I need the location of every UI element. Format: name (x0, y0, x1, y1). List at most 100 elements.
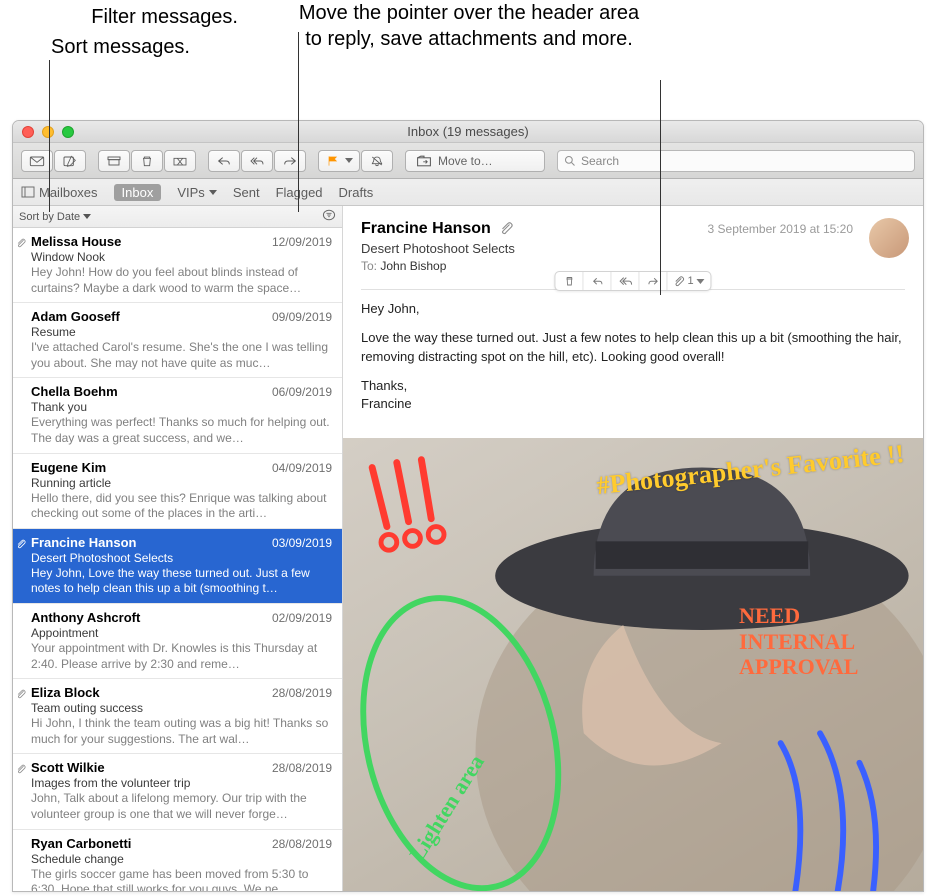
reply-all-button[interactable] (241, 150, 273, 172)
msg-preview: Hey John! How do you feel about blinds i… (31, 265, 332, 296)
body-signoff: Thanks, (361, 377, 905, 396)
chevron-down-icon (697, 279, 705, 284)
body-greeting: Hey John, (361, 300, 905, 319)
attachment-image[interactable]: #Photographer's Favorite !! NEED INTERNA… (343, 438, 923, 891)
forward-button[interactable] (274, 150, 306, 172)
sort-button[interactable]: Sort by Date (19, 211, 91, 223)
msg-sender: Francine Hanson (31, 535, 136, 550)
fav-sent[interactable]: Sent (233, 185, 260, 200)
message-item[interactable]: Adam Gooseff 09/09/2019ResumeI've attache… (13, 303, 342, 378)
header-date: 3 September 2019 at 15:20 (708, 222, 853, 236)
msg-date: 04/09/2019 (272, 461, 332, 475)
mail-window: Inbox (19 messages) (12, 120, 924, 892)
message-item[interactable]: Melissa House 12/09/2019Window NookHey Jo… (13, 228, 342, 303)
search-input[interactable]: Search (557, 150, 915, 172)
callout-hover: Move the pointer over the header area to… (294, 0, 644, 52)
message-item[interactable]: Chella Boehm06/09/2019Thank youEverythin… (13, 378, 342, 453)
msg-date: 28/08/2019 (272, 837, 332, 851)
vips-label: VIPs (177, 185, 204, 200)
message-item[interactable]: Scott Wilkie28/08/2019Images from the vo… (13, 754, 342, 829)
attachment-icon (499, 221, 513, 238)
junk-button[interactable] (164, 150, 196, 172)
msg-date: 09/09/2019 (272, 310, 332, 324)
fav-inbox[interactable]: Inbox (114, 184, 162, 201)
fav-flagged[interactable]: Flagged (276, 185, 323, 200)
reply-button[interactable] (208, 150, 240, 172)
hdr-reply-all-button[interactable] (611, 272, 639, 290)
sender-avatar[interactable] (869, 218, 909, 258)
msg-preview: Hello there, did you see this? Enrique w… (31, 491, 332, 522)
body-signature: Francine (361, 395, 905, 414)
archive-button[interactable] (98, 150, 130, 172)
reading-pane: Francine Hanson Desert Photoshoot Select… (343, 206, 923, 891)
msg-subject: Running article (31, 476, 332, 490)
favorites-bar: Mailboxes Inbox VIPs Sent Flagged Drafts (13, 179, 923, 206)
attachment-icon (16, 237, 26, 251)
hdr-forward-button[interactable] (639, 272, 667, 290)
msg-subject: Desert Photoshoot Selects (31, 551, 332, 565)
hdr-reply-button[interactable] (583, 272, 611, 290)
msg-subject: Window Nook (31, 250, 332, 264)
msg-date: 06/09/2019 (272, 385, 332, 399)
msg-preview: Your appointment with Dr. Knowles is thi… (31, 641, 332, 672)
msg-preview: I've attached Carol's resume. She's the … (31, 340, 332, 371)
message-body: Hey John, Love the way these turned out.… (343, 290, 923, 438)
callout-filter: Filter messages. (48, 4, 238, 30)
msg-subject: Thank you (31, 400, 332, 414)
message-item[interactable]: Eugene Kim 04/09/2019Running articleHello… (13, 454, 342, 529)
msg-preview: Hi John, I think the team outing was a b… (31, 716, 332, 747)
msg-sender: Adam Gooseff (31, 309, 120, 324)
message-item[interactable]: Eliza Block 28/08/2019Team outing success… (13, 679, 342, 754)
header-to-value: John Bishop (380, 259, 446, 273)
header-from: Francine Hanson (361, 220, 491, 238)
chevron-down-icon (83, 214, 91, 219)
delete-button[interactable] (131, 150, 163, 172)
message-item[interactable]: Ryan Carbonetti28/08/2019Schedule change… (13, 830, 342, 892)
flag-button[interactable] (318, 150, 360, 172)
msg-sender: Eugene Kim (31, 460, 106, 475)
get-mail-button[interactable] (21, 150, 53, 172)
msg-subject: Schedule change (31, 852, 332, 866)
msg-date: 02/09/2019 (272, 611, 332, 625)
fav-drafts[interactable]: Drafts (339, 185, 374, 200)
mailboxes-toggle[interactable]: Mailboxes (21, 185, 98, 200)
compose-button[interactable] (54, 150, 86, 172)
chevron-down-icon (209, 190, 217, 195)
message-header[interactable]: Francine Hanson Desert Photoshoot Select… (343, 206, 923, 281)
attachment-icon (16, 688, 26, 702)
callout-sort: Sort messages. (20, 34, 190, 60)
msg-date: 28/08/2019 (272, 761, 332, 775)
toolbar: Move to… Search (13, 143, 923, 179)
message-list-pane: Sort by Date Melissa House 12/09/2019Wind… (13, 206, 343, 891)
msg-sender: Melissa House (31, 234, 121, 249)
sort-label: Sort by Date (19, 211, 80, 223)
message-item[interactable]: Francine Hanson03/09/2019Desert Photosho… (13, 529, 342, 604)
header-subject: Desert Photoshoot Selects (361, 241, 905, 256)
header-to-label: To: (361, 259, 377, 273)
search-placeholder: Search (581, 154, 619, 168)
msg-date: 28/08/2019 (272, 686, 332, 700)
msg-preview: Everything was perfect! Thanks so much f… (31, 415, 332, 446)
msg-date: 12/09/2019 (272, 235, 332, 249)
window-title: Inbox (19 messages) (13, 124, 923, 139)
msg-subject: Resume (31, 325, 332, 339)
message-list[interactable]: Melissa House 12/09/2019Window NookHey Jo… (13, 228, 342, 891)
msg-sender: Anthony Ashcroft (31, 610, 140, 625)
move-to-label: Move to… (438, 154, 493, 168)
filter-button[interactable] (322, 209, 336, 224)
img-annotation-approval: NEED INTERNAL APPROVAL (739, 603, 899, 679)
msg-sender: Eliza Block (31, 685, 100, 700)
msg-subject: Appointment (31, 626, 332, 640)
msg-subject: Images from the volunteer trip (31, 776, 332, 790)
hdr-delete-button[interactable] (555, 272, 583, 290)
fav-vips[interactable]: VIPs (177, 185, 216, 200)
attach-count: 1 (687, 275, 693, 287)
message-item[interactable]: Anthony Ashcroft 02/09/2019AppointmentYou… (13, 604, 342, 679)
msg-subject: Team outing success (31, 701, 332, 715)
msg-preview: John, Talk about a lifelong memory. Our … (31, 791, 332, 822)
mailboxes-label: Mailboxes (39, 185, 98, 200)
header-hover-actions: 1 (554, 271, 711, 291)
move-to-button[interactable]: Move to… (405, 150, 545, 172)
mute-button[interactable] (361, 150, 393, 172)
hdr-attachments-button[interactable]: 1 (667, 272, 710, 290)
